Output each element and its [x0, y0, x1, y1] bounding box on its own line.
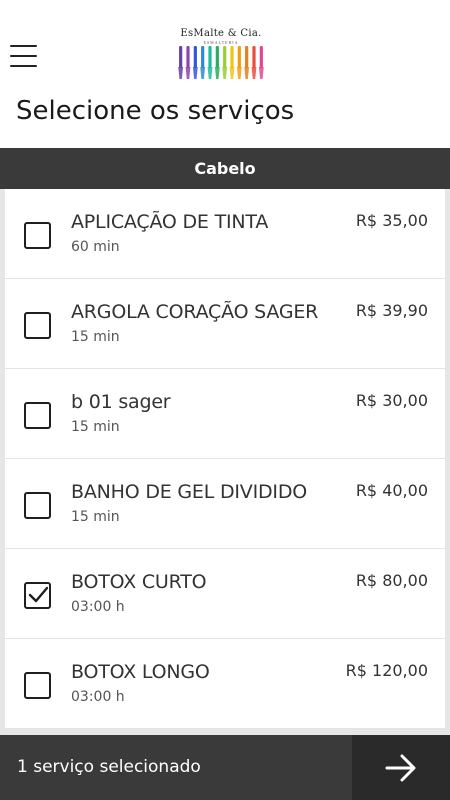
brush-tip	[244, 67, 250, 79]
hamburger-menu-icon[interactable]	[10, 45, 37, 67]
brush-tip	[236, 67, 242, 79]
brush-handle	[208, 46, 212, 68]
checkbox-unchecked[interactable]	[24, 222, 51, 249]
app-header: EsMalte & Cia. ESMALTERIA Selecione os s…	[0, 0, 450, 126]
selection-footer: 1 serviço selecionado	[0, 735, 450, 800]
service-duration: 15 min	[71, 509, 120, 525]
service-name: APLICAÇÃO DE TINTA	[71, 211, 269, 233]
service-price: R$ 80,00	[355, 571, 428, 590]
service-price: R$ 35,00	[355, 211, 428, 230]
service-name: b 01 sager	[71, 391, 171, 413]
service-row[interactable]: BOTOX LONGO 03:00 h R$ 120,00	[5, 639, 445, 729]
service-name: BOTOX LONGO	[71, 661, 210, 683]
service-duration: 60 min	[71, 239, 120, 255]
brush-handle	[223, 46, 227, 68]
services-list-container[interactable]: APLICAÇÃO DE TINTA 60 min R$ 35,00 ARGOLA C…	[0, 189, 450, 735]
brush-tip	[214, 67, 220, 79]
service-row[interactable]: ARGOLA CORAÇÃO SAGER 15 min R$ 39,90	[5, 279, 445, 369]
arrow-right-icon	[385, 754, 416, 782]
next-button[interactable]	[352, 735, 450, 800]
brush-tip	[185, 67, 191, 79]
checkbox-unchecked[interactable]	[24, 402, 51, 429]
brush-tip	[192, 67, 198, 79]
logo-text: EsMalte & Cia.	[180, 28, 262, 39]
page-title: Selecione os serviços	[16, 96, 295, 126]
nail-brushes-logo-icon	[178, 46, 264, 79]
brush-handle	[237, 46, 241, 68]
service-price: R$ 120,00	[345, 661, 428, 680]
brush-tip	[229, 67, 235, 79]
service-name: ARGOLA CORAÇÃO SAGER	[71, 301, 319, 323]
service-duration: 15 min	[71, 419, 120, 435]
service-price: R$ 30,00	[355, 391, 428, 410]
service-name: BOTOX CURTO	[71, 571, 207, 593]
brush-handle	[259, 46, 263, 68]
selection-count-text: 1 serviço selecionado	[17, 757, 201, 777]
brush-tip	[251, 67, 257, 79]
checkbox-unchecked[interactable]	[24, 492, 51, 519]
brand-logo: EsMalte & Cia. ESMALTERIA	[175, 28, 267, 79]
service-row[interactable]: b 01 sager 15 min R$ 30,00	[5, 369, 445, 459]
checkmark-icon	[28, 586, 48, 603]
brush-handle	[201, 46, 205, 68]
service-duration: 15 min	[71, 329, 120, 345]
brush-tip	[258, 67, 264, 79]
brush-tip	[222, 67, 228, 79]
brush-tip	[200, 67, 206, 79]
brush-handle	[245, 46, 249, 68]
brush-handle	[193, 46, 197, 68]
checkbox-unchecked[interactable]	[24, 312, 51, 339]
logo-subtitle: ESMALTERIA	[203, 40, 239, 45]
checkbox-unchecked[interactable]	[24, 672, 51, 699]
service-duration: 03:00 h	[71, 599, 125, 615]
service-row[interactable]: BANHO DE GEL DIVIDIDO 15 min R$ 40,00	[5, 459, 445, 549]
brush-handle	[179, 46, 183, 68]
brush-handle	[230, 46, 234, 68]
brush-handle	[215, 46, 219, 68]
service-name: BANHO DE GEL DIVIDIDO	[71, 481, 308, 503]
service-row[interactable]: APLICAÇÃO DE TINTA 60 min R$ 35,00	[5, 189, 445, 279]
category-header: Cabelo	[0, 148, 450, 189]
service-price: R$ 39,90	[355, 301, 428, 320]
service-row[interactable]: BOTOX CURTO 03:00 h R$ 80,00	[5, 549, 445, 639]
checkbox-checked[interactable]	[24, 582, 51, 609]
services-list: APLICAÇÃO DE TINTA 60 min R$ 35,00 ARGOLA C…	[5, 189, 445, 729]
service-price: R$ 40,00	[355, 481, 428, 500]
brush-tip	[178, 67, 184, 79]
brush-handle	[186, 46, 190, 68]
brush-handle	[252, 46, 256, 68]
service-duration: 03:00 h	[71, 689, 125, 705]
brush-tip	[207, 67, 213, 79]
